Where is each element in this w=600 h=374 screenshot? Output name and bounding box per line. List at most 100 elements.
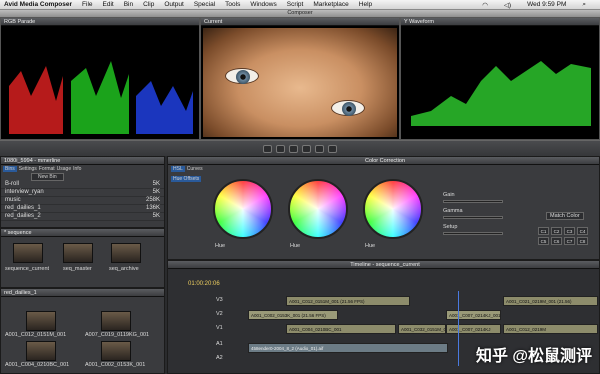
blue-channel-trace bbox=[136, 81, 193, 134]
bin-row[interactable]: red_dailies_2 5K bbox=[1, 213, 164, 221]
tab-curves[interactable]: Curves bbox=[187, 166, 203, 172]
bin-list: B-roll 5K interview_ryan 5K music 258K red_… bbox=[1, 181, 164, 221]
c4-button[interactable]: C4 bbox=[577, 227, 588, 235]
track-v3[interactable]: V3 bbox=[216, 297, 223, 303]
menu-help[interactable]: Help bbox=[359, 1, 372, 8]
c7-button[interactable]: C7 bbox=[564, 237, 575, 245]
timeline-clip[interactable]: A001_C004_0210BC_001 bbox=[286, 324, 396, 334]
step-forward-button[interactable] bbox=[302, 144, 311, 153]
sequence-thumbnail[interactable] bbox=[13, 243, 43, 263]
timeline-clip[interactable]: A001_C021_0219M_001 (21.56) bbox=[503, 296, 598, 306]
clip-thumbnail[interactable] bbox=[101, 311, 131, 331]
menu-special[interactable]: Special bbox=[194, 1, 215, 8]
transport-bar bbox=[0, 140, 600, 156]
timeline-clip[interactable]: A001_C007_0214KJ bbox=[446, 324, 501, 334]
timecode-display[interactable]: 01:00:20:06 bbox=[188, 281, 220, 287]
setup-slider[interactable] bbox=[443, 232, 503, 235]
current-monitor[interactable]: Current bbox=[200, 17, 400, 140]
menu-tools[interactable]: Tools bbox=[225, 1, 240, 8]
wifi-icon[interactable]: ◠ bbox=[482, 1, 488, 9]
right-eye bbox=[331, 100, 365, 116]
track-v1[interactable]: V1 bbox=[216, 325, 223, 331]
cc-tabs: HSL Curves bbox=[171, 166, 203, 172]
bin-row[interactable]: interview_ryan 5K bbox=[1, 189, 164, 197]
sequence-thumbnail[interactable] bbox=[111, 243, 141, 263]
menu-script[interactable]: Script bbox=[287, 1, 304, 8]
window-title: Composer bbox=[287, 10, 313, 16]
highlights-color-wheel[interactable] bbox=[363, 179, 423, 239]
color-correction-title: Color Correction bbox=[168, 157, 599, 165]
match-color-button[interactable]: Match Color bbox=[546, 212, 584, 220]
menu-clip[interactable]: Clip bbox=[143, 1, 154, 8]
clip-thumbnail[interactable] bbox=[101, 341, 131, 361]
app-menu[interactable]: Avid Media Composer bbox=[4, 1, 72, 8]
mark-in-button[interactable] bbox=[315, 144, 324, 153]
menu-file[interactable]: File bbox=[82, 1, 92, 8]
play-button[interactable] bbox=[289, 144, 298, 153]
timeline-clip[interactable]: A001_C032_0151M_001 bbox=[398, 324, 446, 334]
playhead[interactable] bbox=[458, 291, 459, 366]
rgb-parade-scope bbox=[9, 61, 193, 134]
bin-row[interactable]: music 258K bbox=[1, 197, 164, 205]
red-channel-trace bbox=[9, 66, 63, 134]
sequence-thumbnail[interactable] bbox=[63, 243, 93, 263]
menu-marketplace[interactable]: Marketplace bbox=[313, 1, 348, 8]
midtones-color-wheel[interactable] bbox=[288, 179, 348, 239]
tab-usage[interactable]: Usage bbox=[57, 166, 71, 172]
timeline-clip[interactable]: A001_C012_0151M_001 (21.56 FPS) bbox=[286, 296, 410, 306]
volume-icon[interactable]: ◁) bbox=[504, 1, 511, 9]
menu-windows[interactable]: Windows bbox=[250, 1, 276, 8]
clock[interactable]: Wed 9:59 PM bbox=[527, 1, 566, 9]
track-v2[interactable]: V2 bbox=[216, 311, 223, 317]
clip-caption: A001_C012_0151M_001 bbox=[5, 332, 67, 338]
tab-info[interactable]: Info bbox=[73, 166, 81, 172]
c3-button[interactable]: C3 bbox=[564, 227, 575, 235]
gamma-slider[interactable] bbox=[443, 216, 503, 219]
timeline-clip[interactable]: A001_C012_0219M bbox=[503, 324, 598, 334]
tab-settings[interactable]: Settings bbox=[19, 166, 37, 172]
left-eye bbox=[225, 68, 259, 84]
dailies-bin-title: red_dailies_1 bbox=[1, 289, 164, 297]
shadows-color-wheel[interactable] bbox=[213, 179, 273, 239]
clip-thumbnail[interactable] bbox=[26, 341, 56, 361]
c6-button[interactable]: C6 bbox=[551, 237, 562, 245]
timeline-clip[interactable]: A001_C007_0214KJ_001 bbox=[446, 310, 501, 320]
luma-trace bbox=[411, 61, 591, 126]
menu-bar: Avid Media Composer File Edit Bin Clip O… bbox=[0, 0, 600, 10]
tab-format[interactable]: Format bbox=[39, 166, 55, 172]
timeline-clip[interactable]: A001_C002_0153K_001 (21.56 FPS) bbox=[248, 310, 338, 320]
mark-out-button[interactable] bbox=[328, 144, 337, 153]
sequence-caption: seq_master bbox=[63, 266, 92, 272]
new-bin-button[interactable]: New Bin bbox=[31, 173, 64, 181]
c1-button[interactable]: C1 bbox=[538, 227, 549, 235]
project-panel: 1080i_5994 - mmerline Bins Settings Form… bbox=[0, 156, 165, 228]
sequence-bin: * sequence sequence_current seq_master s… bbox=[0, 228, 165, 288]
c5-button[interactable]: C5 bbox=[538, 237, 549, 245]
clip-thumbnail[interactable] bbox=[26, 311, 56, 331]
search-icon[interactable]: ⌕ bbox=[582, 1, 586, 9]
audio-clip[interactable]: 458ender0-2004_8_2 (Audio_01).aif bbox=[248, 343, 448, 353]
tab-hsl[interactable]: HSL bbox=[171, 166, 185, 172]
c8-button[interactable]: C8 bbox=[577, 237, 588, 245]
watermark-text: 知乎 @松鼠测评 bbox=[475, 348, 592, 365]
gamma-label: Gamma bbox=[443, 208, 463, 214]
bin-row[interactable]: red_dailies_1 136K bbox=[1, 205, 164, 213]
hue-label: Hue bbox=[215, 243, 226, 249]
gain-slider[interactable] bbox=[443, 200, 503, 203]
menu-bin[interactable]: Bin bbox=[124, 1, 133, 8]
rewind-button[interactable] bbox=[263, 144, 272, 153]
tab-bins[interactable]: Bins bbox=[3, 166, 17, 172]
app-root: Avid Media Composer File Edit Bin Clip O… bbox=[0, 0, 600, 374]
menu-edit[interactable]: Edit bbox=[103, 1, 114, 8]
y-waveform-monitor[interactable]: Y Waveform bbox=[400, 17, 600, 140]
menu-output[interactable]: Output bbox=[164, 1, 184, 8]
c2-button[interactable]: C2 bbox=[551, 227, 562, 235]
track-a2[interactable]: A2 bbox=[216, 355, 223, 361]
clip-caption: A001_C004_0210BC_001 bbox=[5, 362, 70, 368]
rgb-parade-monitor[interactable]: RGB Parade bbox=[0, 17, 200, 140]
tab-hue-offsets[interactable]: Hue Offsets bbox=[171, 176, 202, 182]
menu-status-area: ◠ ◁) Wed 9:59 PM ⌕ bbox=[482, 1, 596, 9]
track-a1[interactable]: A1 bbox=[216, 341, 223, 347]
step-back-button[interactable] bbox=[276, 144, 285, 153]
bin-row[interactable]: B-roll 5K bbox=[1, 181, 164, 189]
